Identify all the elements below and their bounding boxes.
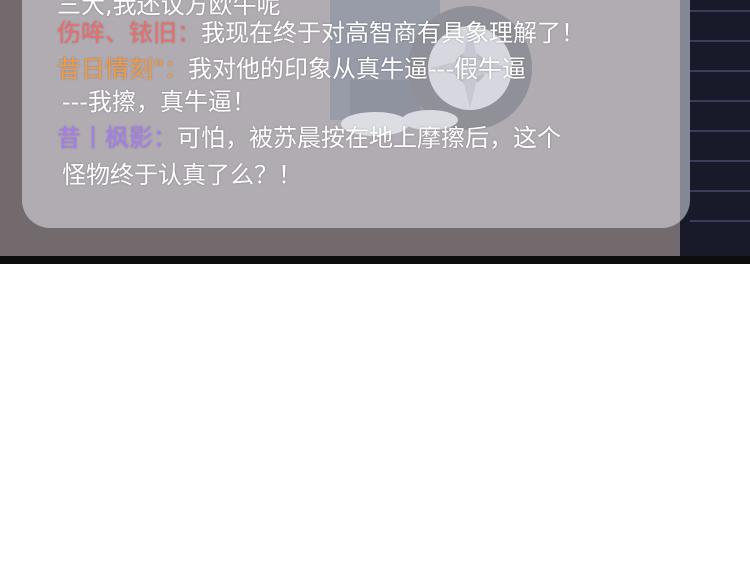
comment-user-name: 昔丨枫影： (57, 124, 177, 152)
comment-overlay: 三大,我还议方欧牛呢 伤哞、铱旧：我现在终于对高智商有具象理解了！ 昔日情刻"：… (0, 0, 750, 256)
comment-text: 我对他的印象从真牛逼---假牛逼 (188, 55, 527, 83)
comment-user-name: 昔日情刻"： (57, 55, 189, 83)
comment-text: 三大,我还议方欧牛呢 (57, 0, 281, 19)
comment-text: 我现在终于对高智商有具象理解了！ (201, 19, 585, 47)
comment-line-6: 怪物终于认真了么？！ (62, 160, 302, 190)
comment-line-5: 昔丨枫影：可怕，被苏晨按在地上摩擦后，这个 (57, 123, 561, 153)
comment-text: 怪物终于认真了么？！ (62, 161, 302, 189)
comment-user-name: 伤哞、铱旧： (57, 19, 201, 47)
comment-text: 可怕，被苏晨按在地上摩擦后，这个 (177, 124, 561, 152)
panel-divider (0, 256, 750, 264)
comment-line-2: 伤哞、铱旧：我现在终于对高智商有具象理解了！ (57, 18, 585, 48)
comment-line-3: 昔日情刻"：我对他的印象从真牛逼---假牛逼 (57, 54, 526, 84)
comment-text: ---我擦，真牛逼！ (62, 88, 256, 116)
comment-line-1: 三大,我还议方欧牛呢 (57, 0, 281, 20)
comic-panel: 三大,我还议方欧牛呢 伤哞、铱旧：我现在终于对高智商有具象理解了！ 昔日情刻"：… (0, 0, 750, 256)
comment-line-4: ---我擦，真牛逼！ (62, 87, 256, 117)
comic-page: 三大,我还议方欧牛呢 伤哞、铱旧：我现在终于对高智商有具象理解了！ 昔日情刻"：… (0, 0, 750, 586)
